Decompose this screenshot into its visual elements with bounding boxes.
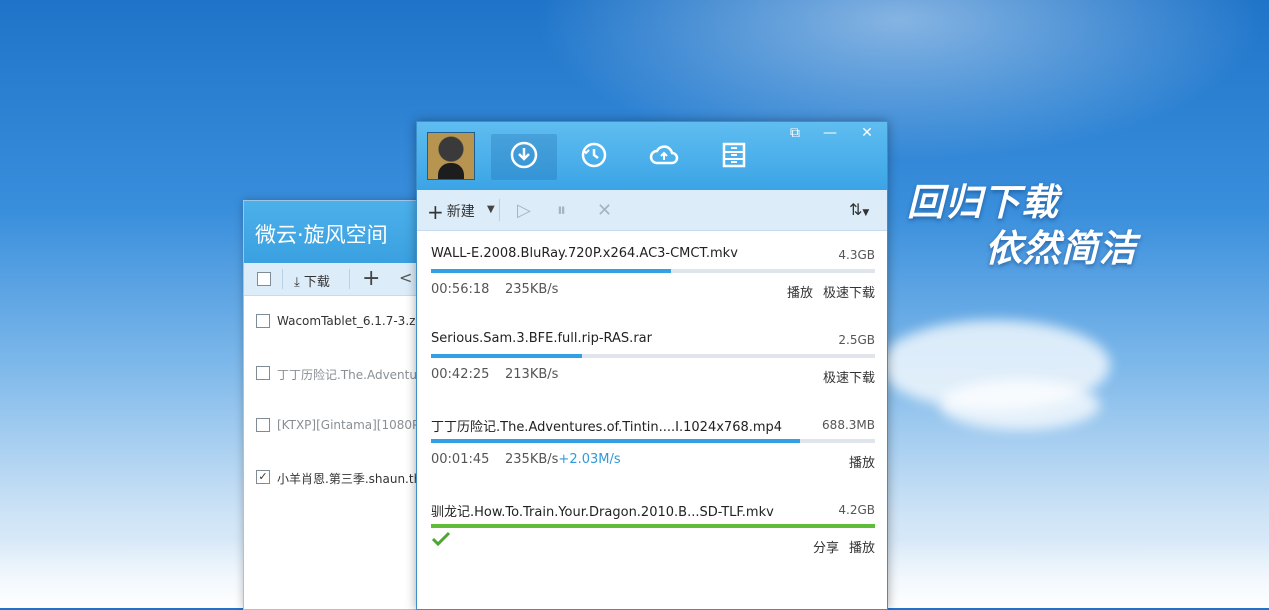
new-task-label: 新建 [446,204,475,220]
task-file-size: 688.3MB [822,418,875,432]
cloud-space-title: 微云·旋风空间 [255,223,388,247]
cloud-space-header: 微云·旋风空间 [244,201,424,263]
task-remaining-time: 00:56:18 [431,282,490,297]
task-speed: 235KB/s [505,282,558,297]
completed-check-icon [431,531,451,551]
user-avatar[interactable] [427,132,475,180]
task-remaining-time: 00:01:45 [431,452,490,467]
toolbar-divider [499,199,500,221]
task-actions: 极速下载 [813,367,875,386]
background-cloud [940,380,1100,430]
cloud-space-window: 微云·旋风空间 ⤓ 下载 + < WacomTablet_6.1.7-3.zip… [243,200,425,610]
archive-icon[interactable] [719,140,749,170]
task-file-name: 丁丁历险记.The.Adventures.of.Tintin....I.1024… [431,420,783,435]
download-button-label: 下载 [303,275,330,290]
task-speed-value: 235KB/s [505,452,559,467]
task-action-link[interactable]: 极速下载 [823,286,875,301]
toolbar-divider [282,269,283,289]
task-progress-fill [431,354,582,358]
delete-icon[interactable]: ✕ [597,200,612,221]
task-action-link[interactable]: 分享 [813,541,839,556]
download-task-row[interactable]: Serious.Sam.3.BFE.full.rip-RAS.rar 2.5GB 0… [417,319,887,405]
task-actions: 播放 极速下载 [777,282,875,301]
file-name: 小羊肖恩.第三季.shaun.th [277,472,422,486]
select-all-checkbox[interactable] [257,272,271,286]
task-progress-bar [431,439,875,443]
task-actions: 分享 播放 [803,537,875,556]
task-action-link[interactable]: 播放 [849,541,875,556]
downloader-toolbar: + 新建 ▼ ▷ ⏸ ✕ ⇅▼ [417,190,887,231]
sort-icon: ⇅ [849,200,863,219]
close-button[interactable]: ✕ [857,124,877,142]
task-boost-speed: +2.03M/s [558,452,621,467]
download-task-row[interactable]: WALL-E.2008.BluRay.720P.x264.AC3-CMCT.mk… [417,234,887,320]
downloader-window: ⧉ — ✕ + 新建 ▼ ▷ ⏸ ✕ ⇅▼ WALL-E.2008.BluRay.… [416,121,888,610]
task-progress-bar [431,269,875,273]
download-task-row[interactable]: 驯龙记.How.To.Train.Your.Dragon.2010.B...SD… [417,489,887,575]
task-file-name: WALL-E.2008.BluRay.720P.x264.AC3-CMCT.mk… [431,246,738,261]
task-file-name: 驯龙记.How.To.Train.Your.Dragon.2010.B...SD… [431,505,774,520]
task-speed: 213KB/s [505,367,558,382]
download-task-row[interactable]: 丁丁历险记.The.Adventures.of.Tintin....I.1024… [417,404,887,490]
new-task-button[interactable]: + 新建 [427,200,475,224]
download-arrow-icon: ⤓ [294,275,300,290]
toolbar-divider [349,269,350,289]
file-name: [KTXP][Gintama][1080P] [277,418,424,432]
downloader-header: ⧉ — ✕ [417,122,887,190]
task-remaining-time: 00:42:25 [431,367,490,382]
file-name: WacomTablet_6.1.7-3.zip [277,314,425,328]
start-icon[interactable]: ▷ [517,200,531,221]
new-task-dropdown-icon[interactable]: ▼ [487,204,495,215]
share-icon[interactable]: < [399,268,412,287]
task-file-size: 4.2GB [838,503,875,517]
task-progress-fill [431,269,671,273]
file-name: 丁丁历险记.The.Adventu [277,368,417,382]
task-speed-value: 235KB/s [505,282,559,297]
skin-icon[interactable]: ⧉ [785,124,805,142]
task-progress-fill [431,439,800,443]
sort-button[interactable]: ⇅▼ [849,200,869,219]
task-progress-bar [431,354,875,358]
task-progress-fill [431,524,875,528]
file-checkbox[interactable]: ✓ [256,470,270,484]
file-checkbox[interactable] [256,366,270,380]
download-icon[interactable] [509,140,539,170]
task-progress-bar [431,524,875,528]
minimize-button[interactable]: — [820,124,840,142]
file-checkbox[interactable] [256,314,270,328]
task-speed-value: 213KB/s [505,367,559,382]
task-actions: 播放 [839,452,875,471]
task-file-size: 2.5GB [838,333,875,347]
download-button[interactable]: ⤓ 下载 [294,271,330,290]
cloud-space-toolbar: ⤓ 下载 + < [244,263,424,296]
task-file-name: Serious.Sam.3.BFE.full.rip-RAS.rar [431,331,652,346]
cloud-sync-icon[interactable] [649,140,679,170]
pause-icon[interactable]: ⏸ [557,200,566,221]
task-action-link[interactable]: 播放 [787,286,813,301]
task-speed: 235KB/s+2.03M/s [505,452,621,467]
task-file-size: 4.3GB [838,248,875,262]
file-checkbox[interactable] [256,418,270,432]
task-action-link[interactable]: 播放 [849,456,875,471]
task-action-link[interactable]: 极速下载 [823,371,875,386]
plus-icon: + [427,200,444,224]
slogan-line-2: 依然简洁 [985,227,1137,270]
add-icon[interactable]: + [362,266,380,291]
history-icon[interactable] [579,140,609,170]
